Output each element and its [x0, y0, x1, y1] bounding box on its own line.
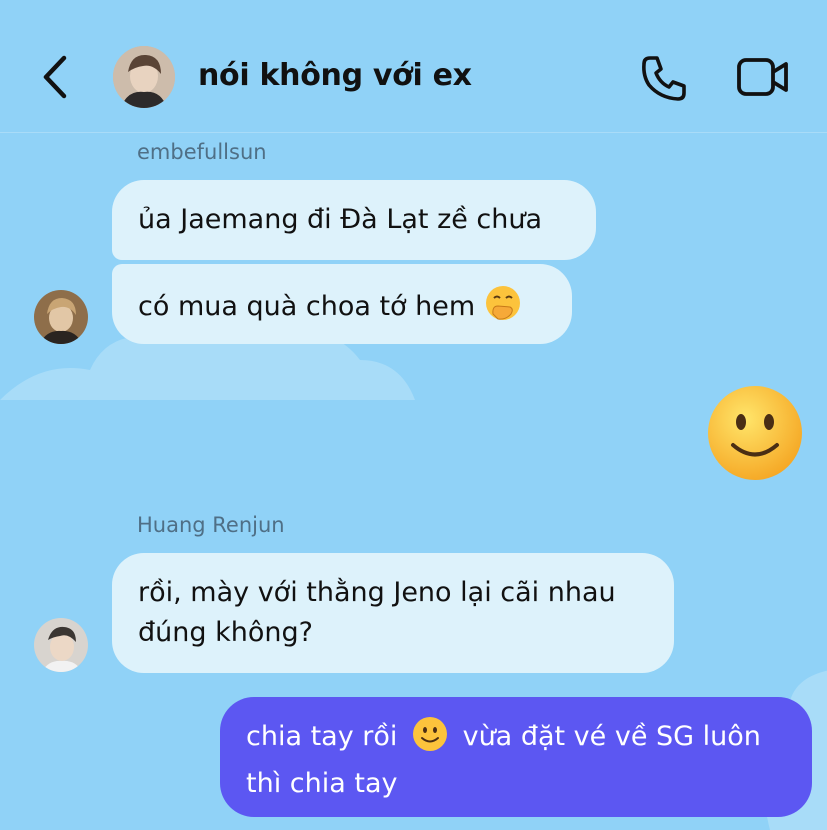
- chevron-left-icon: [43, 55, 67, 99]
- back-button[interactable]: [36, 50, 76, 104]
- sender-name: Huang Renjun: [137, 513, 285, 537]
- message-text: có mua quà choa tớ hem: [138, 291, 476, 322]
- message-text: chia tay rồi: [246, 721, 398, 752]
- slightly-smiling-face-emoji: [412, 716, 448, 764]
- chat-header: nói không với ex: [0, 0, 827, 133]
- message-bubble[interactable]: ủa Jaemang đi Đà Lạt zề chưa: [112, 180, 596, 260]
- message-text: ủa Jaemang đi Đà Lạt zề chưa: [138, 204, 543, 235]
- sender-name: embefullsun: [137, 140, 267, 164]
- message-bubble[interactable]: có mua quà choa tớ hem: [112, 264, 572, 344]
- video-camera-icon: [737, 58, 788, 96]
- message-text: vừa đặt vé về SG luôn: [462, 721, 761, 752]
- avatar[interactable]: [34, 290, 88, 344]
- message-text: đúng không?: [138, 617, 313, 648]
- group-avatar[interactable]: [113, 46, 175, 108]
- phone-icon: [642, 56, 686, 101]
- message-text: rồi, mày với thằng Jeno lại cãi nhau: [138, 577, 616, 608]
- slightly-smiling-face-emoji: [708, 386, 802, 480]
- message-text: thì chia tay: [246, 768, 398, 799]
- video-call-button[interactable]: [736, 54, 790, 100]
- message-bubble[interactable]: rồi, mày với thằng Jeno lại cãi nhau đún…: [112, 553, 674, 673]
- hand-over-mouth-emoji: [484, 284, 522, 334]
- chat-title: nói không với ex: [198, 58, 472, 93]
- voice-call-button[interactable]: [638, 52, 690, 104]
- sent-message-bubble[interactable]: chia tay rồi vừa đặt vé về SG luôn thì c…: [220, 697, 812, 817]
- avatar[interactable]: [34, 618, 88, 672]
- large-emoji-message[interactable]: [706, 384, 804, 482]
